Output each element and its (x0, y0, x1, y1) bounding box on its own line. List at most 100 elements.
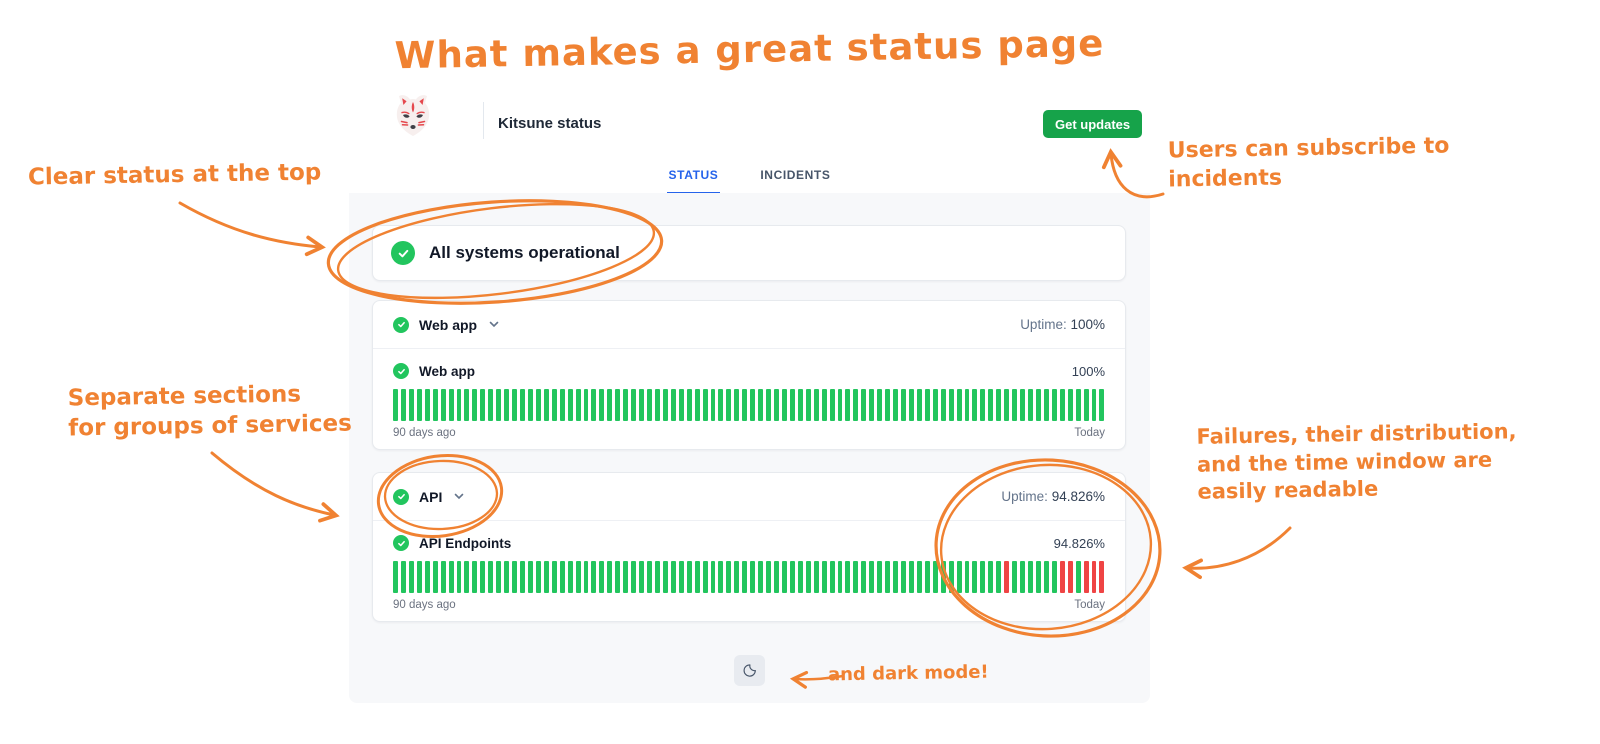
uptime-bar-up (440, 389, 446, 421)
uptime-bar-up (829, 389, 835, 421)
uptime-bar-up (853, 561, 859, 593)
annotation-dark-mode: and dark mode! (827, 661, 989, 686)
uptime-bar-up (916, 389, 922, 421)
annotation-line: Separate sections (67, 381, 302, 412)
uptime-bar-up (512, 561, 517, 593)
uptime-bar-up (1012, 389, 1018, 421)
uptime-bar-up (551, 389, 557, 421)
uptime-bar-up (988, 389, 994, 421)
moon-icon (742, 663, 757, 678)
axis-start-label: 90 days ago (393, 427, 456, 439)
uptime-bar-up (694, 561, 700, 593)
annotation-line: incidents (1168, 165, 1283, 193)
uptime-bar-up (742, 561, 748, 593)
uptime-label: Uptime: (1020, 317, 1067, 332)
uptime-bar-up (916, 561, 922, 593)
uptime-bar-up (774, 561, 779, 593)
uptime-bar-up (408, 561, 414, 593)
uptime-bar-up (710, 561, 716, 593)
uptime-bar-up (758, 389, 764, 421)
uptime-bar-up (837, 389, 843, 421)
uptime-bar-up (885, 561, 891, 593)
uptime-bar-up (670, 389, 676, 421)
axis-end-label: Today (1074, 599, 1105, 611)
uptime-bar-up (480, 389, 486, 421)
uptime-bar-up (654, 389, 660, 421)
uptime-bar-up (1051, 561, 1057, 593)
uptime-bar-up (758, 561, 764, 593)
uptime-bar-down (1099, 561, 1105, 593)
service-row: API Endpoints 94.826% (393, 535, 1105, 551)
get-updates-button[interactable]: Get updates (1043, 110, 1143, 138)
uptime-bar-up (734, 389, 740, 421)
uptime-bar-up (535, 389, 541, 421)
service-uptime-percent: 94.826% (1053, 535, 1105, 551)
uptime-bar-up (607, 389, 613, 421)
service-group-api: API Uptime: 94.826% API Endpoints 94.826… (372, 472, 1126, 622)
uptime-bar-up (543, 561, 549, 593)
uptime-bar-up (877, 389, 883, 421)
uptime-bar-up (551, 561, 557, 593)
tab-status[interactable]: STATUS (666, 164, 721, 194)
uptime-bar-up (972, 389, 978, 421)
service-group-webapp: Web app Uptime: 100% Web app 100% 90 day… (372, 300, 1126, 450)
uptime-bar-up (686, 389, 692, 421)
uptime-bar-up (908, 561, 914, 593)
uptime-bar-up (424, 561, 430, 593)
uptime-bar-up (504, 561, 510, 593)
uptime-bar-up (702, 389, 708, 421)
uptime-bar-up (996, 389, 1002, 421)
group-body: API Endpoints 94.826% 90 days ago Today (373, 521, 1125, 619)
uptime-bar-up (750, 389, 756, 421)
uptime-bar-up (893, 389, 898, 421)
uptime-bar-up (1059, 389, 1065, 421)
overall-status-card: All systems operational (372, 225, 1126, 281)
uptime-bar-down (1067, 561, 1073, 593)
uptime-bar-up (488, 389, 494, 421)
uptime-bar-up (726, 561, 732, 593)
service-name: API Endpoints (419, 535, 512, 551)
group-body: Web app 100% 90 days ago Today (373, 349, 1125, 447)
uptime-bar-up (599, 561, 605, 593)
group-header-webapp[interactable]: Web app Uptime: 100% (373, 301, 1125, 349)
arrow-clear-status (178, 201, 326, 257)
uptime-bar-up (805, 561, 811, 593)
group-header-api[interactable]: API Uptime: 94.826% (373, 473, 1125, 521)
uptime-bar-up (607, 561, 613, 593)
arrow-failures (1182, 526, 1292, 580)
dark-mode-toggle-button[interactable] (734, 655, 765, 686)
uptime-bar-up (932, 389, 938, 421)
arrow-separate-sections (210, 451, 340, 523)
uptime-bar-up (1020, 389, 1025, 421)
uptime-bar-up (520, 389, 525, 421)
uptime-bar-up (527, 561, 533, 593)
uptime-bar-up (877, 561, 883, 593)
uptime-bar-up (448, 561, 454, 593)
annotation-line: easily readable (1197, 477, 1379, 505)
uptime-bar-up (702, 561, 708, 593)
uptime-bar-up (972, 561, 978, 593)
uptime-bar-up (575, 561, 581, 593)
uptime-bar-up (988, 561, 994, 593)
time-axis: 90 days ago Today (393, 599, 1105, 611)
uptime-bar-up (393, 561, 398, 593)
uptime-bar-up (615, 389, 621, 421)
uptime-bar-up (734, 561, 740, 593)
uptime-bar-up (496, 561, 502, 593)
tab-incidents[interactable]: INCIDENTS (758, 164, 832, 193)
uptime-bar-up (432, 389, 438, 421)
uptime-bar-up (797, 389, 803, 421)
uptime-bar-up (766, 389, 771, 421)
uptime-bar-up (781, 561, 787, 593)
uptime-bar-up (948, 389, 954, 421)
service-row: Web app 100% (393, 363, 1105, 379)
uptime-bar-up (1028, 561, 1033, 593)
uptime-bars (393, 389, 1105, 421)
uptime-bar-up (520, 561, 525, 593)
time-axis: 90 days ago Today (393, 427, 1105, 439)
uptime-bar-down (1004, 561, 1010, 593)
uptime-bar-up (639, 389, 644, 421)
uptime-bar-up (416, 389, 422, 421)
service-uptime-percent: 100% (1071, 363, 1105, 379)
uptime-bar-up (837, 561, 843, 593)
